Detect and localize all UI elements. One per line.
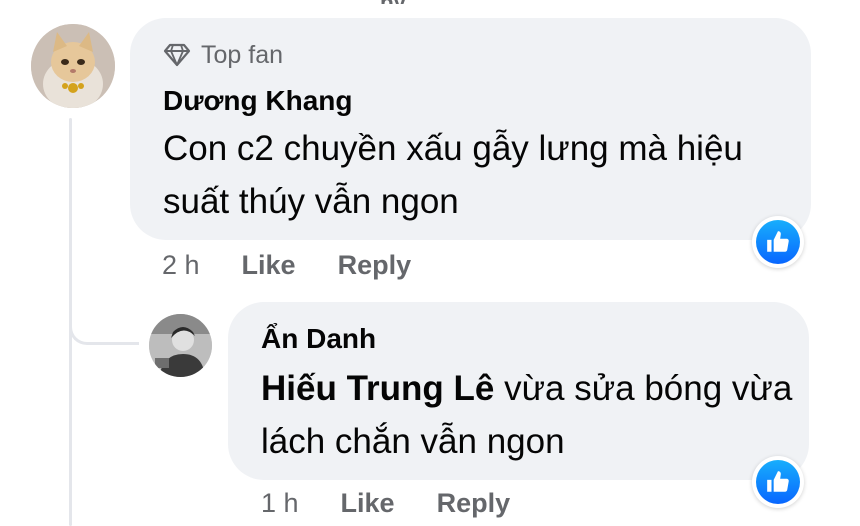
top-fan-badge: Top fan xyxy=(163,38,283,72)
comment-actions: 2 h Like Reply xyxy=(162,250,453,281)
comment-text: Con c2 chuyền xấu gẫy lưng mà hiệu suất … xyxy=(163,129,743,221)
reply-button[interactable]: Reply xyxy=(437,488,511,519)
top-fan-label: Top fan xyxy=(201,40,284,69)
reaction-badge[interactable] xyxy=(752,216,804,268)
avatar-anonymous[interactable] xyxy=(149,314,212,377)
reaction-badge[interactable] xyxy=(752,456,804,508)
reply-timestamp[interactable]: 1 h xyxy=(261,488,299,519)
comment-timestamp[interactable]: 2 h xyxy=(162,250,200,281)
like-button[interactable]: Like xyxy=(242,250,296,281)
diamond-icon xyxy=(163,43,191,67)
mention-link[interactable]: Hiếu Trung Lê xyxy=(261,369,494,408)
comment-author[interactable]: Dương Khang xyxy=(163,85,353,117)
reply-author[interactable]: Ẩn Danh xyxy=(261,323,376,355)
reply-button[interactable]: Reply xyxy=(338,250,412,281)
thumbs-up-icon xyxy=(767,471,789,492)
thumbs-up-icon xyxy=(767,231,789,252)
clipped-previous-comment-fragment: py xyxy=(380,0,420,4)
like-button[interactable]: Like xyxy=(341,488,395,519)
reply-actions: 1 h Like Reply xyxy=(261,488,552,519)
reply-connector xyxy=(69,300,139,345)
reply-text: Hiếu Trung Lê vừa sửa bóng vừa lách chắn… xyxy=(261,362,801,468)
avatar-cat[interactable] xyxy=(31,24,115,108)
